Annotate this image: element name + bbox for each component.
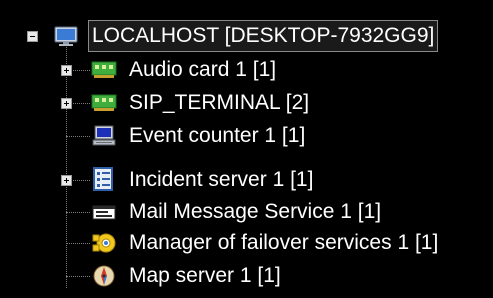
tree-connector-vertical [66,44,67,288]
sip-board-icon [91,94,117,111]
expand-toggle-audio-card[interactable] [61,65,72,76]
tree-item-label: Map server 1 [1] [129,264,281,287]
tree-connector [66,136,90,137]
tree-item-root-label: LOCALHOST [DESKTOP-7932GG9] [87,20,439,52]
map-server-icon [93,265,115,287]
tree-item-failover-manager[interactable]: Manager of failover services 1 [1] [126,226,441,260]
tree-item-mail-message-service[interactable]: Mail Message Service 1 [1] [126,195,384,229]
expand-toggle-sip-terminal[interactable] [61,98,72,109]
tree-item-incident-server[interactable]: Incident server 1 [1] [126,163,316,197]
tree-connector [66,276,90,277]
mail-service-icon [92,205,116,220]
tree-item-sip-terminal[interactable]: SIP_TERMINAL [2] [126,86,312,120]
tree-item-label: Audio card 1 [1] [129,58,277,81]
computer-icon [92,125,116,146]
device-tree: LOCALHOST [DESKTOP-7932GG9] Audio card 1… [0,0,493,298]
tree-item-label: SIP_TERMINAL [2] [129,91,310,114]
tree-connector [66,243,90,244]
tree-item-map-server[interactable]: Map server 1 [1] [126,259,284,293]
tree-item-label: Manager of failover services 1 [1] [129,231,439,254]
failover-manager-icon [92,233,116,253]
tree-item-label: Incident server 1 [1] [129,168,314,191]
tree-item-root[interactable]: LOCALHOST [DESKTOP-7932GG9] [87,19,439,53]
audio-card-icon [91,61,117,78]
tree-connector [66,212,90,213]
expand-toggle-incident-server[interactable] [61,175,72,186]
collapse-toggle-localhost[interactable] [27,31,38,42]
tree-item-audio-card[interactable]: Audio card 1 [1] [126,53,279,87]
incident-server-icon [93,167,113,191]
tree-item-label: Event counter 1 [1] [129,124,306,147]
tree-item-label: Mail Message Service 1 [1] [129,200,382,223]
monitor-icon [54,26,78,46]
tree-item-event-counter[interactable]: Event counter 1 [1] [126,119,308,153]
